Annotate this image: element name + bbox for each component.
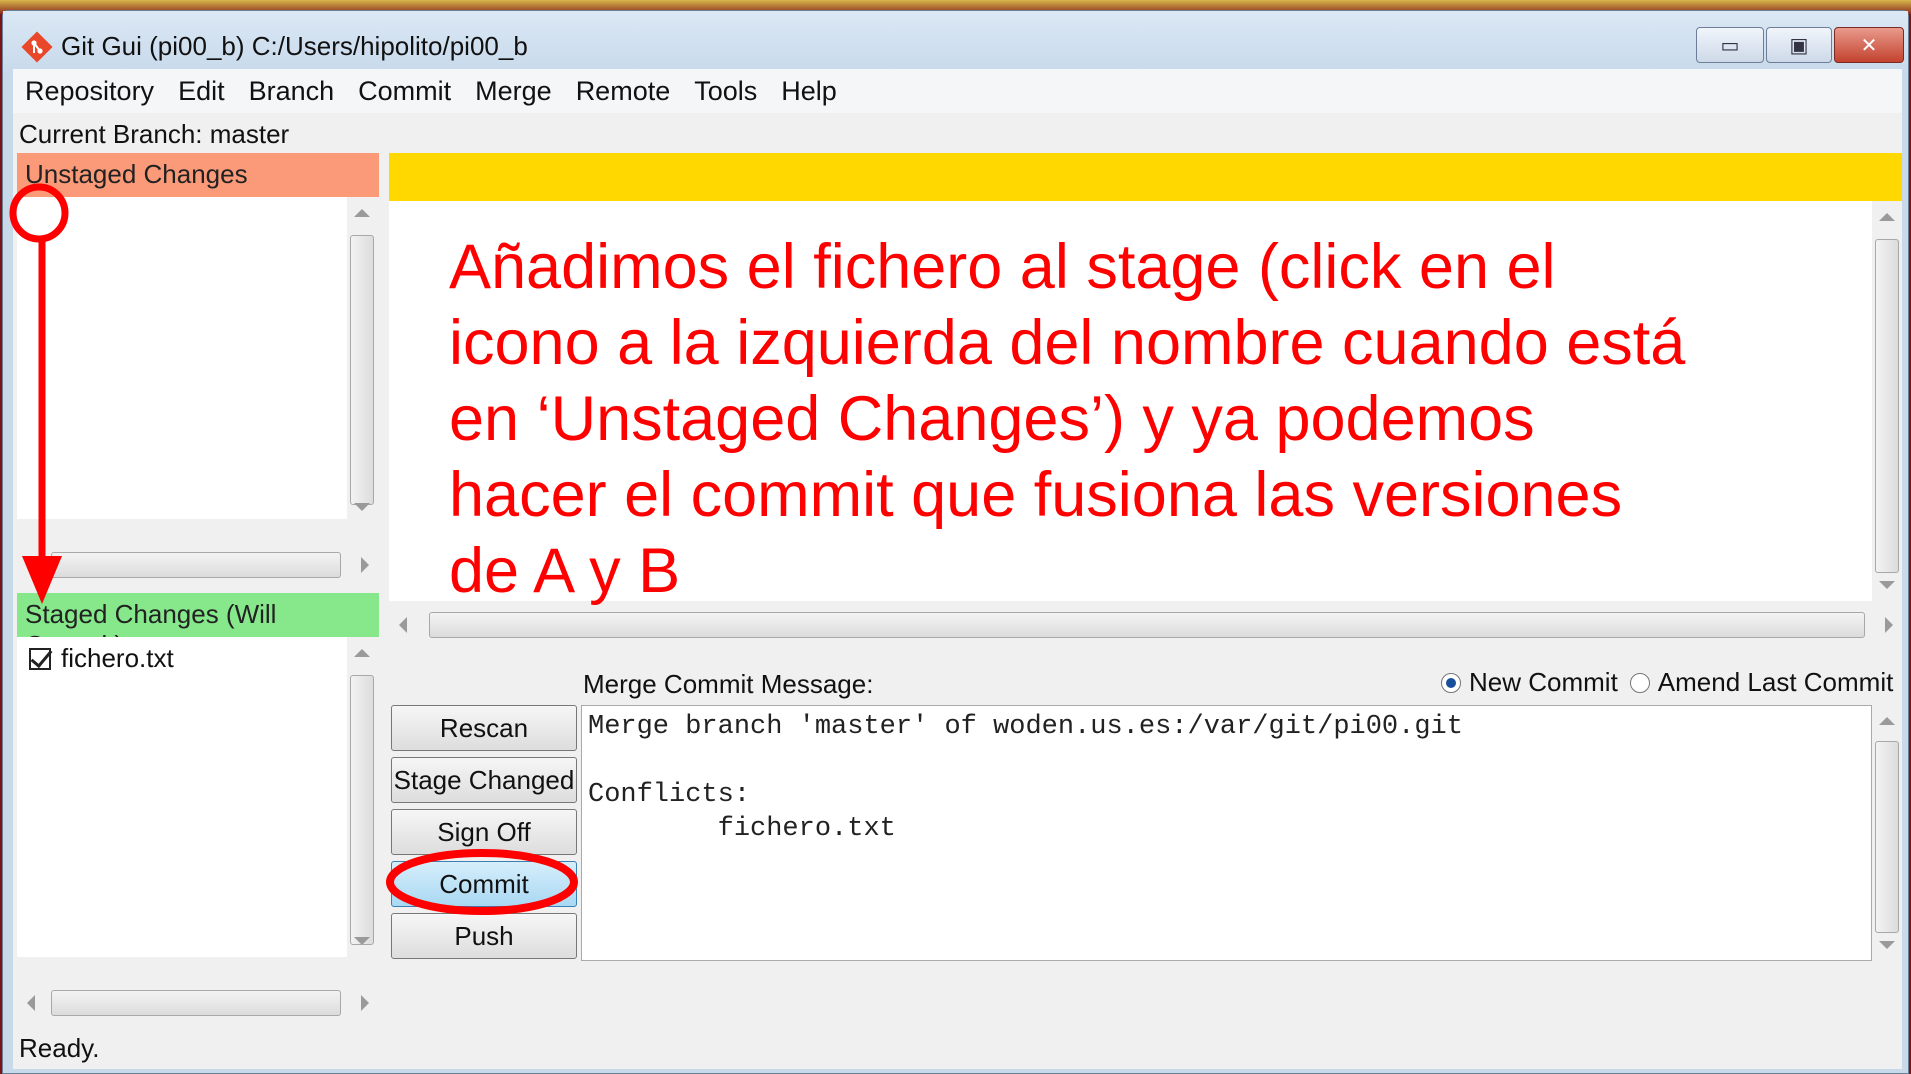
scroll-right-icon[interactable] bbox=[361, 557, 369, 573]
minimize-icon: ▭ bbox=[1720, 34, 1740, 57]
message-vertical-scrollbar[interactable] bbox=[1872, 705, 1902, 961]
menu-merge[interactable]: Merge bbox=[463, 76, 564, 107]
git-gui-window: Git Gui (pi00_b) C:/Users/hipolito/pi00_… bbox=[2, 10, 1909, 1074]
amend-commit-radio[interactable] bbox=[1629, 672, 1650, 693]
scrollbar-thumb[interactable] bbox=[51, 552, 341, 578]
diff-vertical-scrollbar[interactable] bbox=[1872, 201, 1902, 601]
scrollbar-thumb[interactable] bbox=[429, 612, 1865, 638]
git-logo-icon bbox=[21, 31, 53, 63]
scroll-right-icon[interactable] bbox=[1885, 617, 1893, 633]
amend-commit-label: Amend Last Commit bbox=[1657, 667, 1894, 697]
maximize-icon: ▣ bbox=[1789, 34, 1809, 57]
list-item[interactable]: fichero.txt bbox=[29, 643, 174, 674]
scroll-left-icon[interactable] bbox=[27, 557, 35, 573]
checked-box-icon[interactable] bbox=[29, 647, 51, 670]
scroll-up-icon[interactable] bbox=[354, 209, 370, 217]
diff-header bbox=[389, 153, 1902, 201]
maximize-button[interactable]: ▣ bbox=[1766, 27, 1832, 63]
menu-repository[interactable]: Repository bbox=[13, 76, 166, 107]
menu-help[interactable]: Help bbox=[769, 76, 849, 107]
scrollbar-thumb[interactable] bbox=[350, 675, 374, 945]
scrollbar-thumb[interactable] bbox=[1875, 741, 1899, 933]
new-commit-label: New Commit bbox=[1469, 667, 1618, 697]
commit-message-label: Merge Commit Message: bbox=[583, 669, 874, 699]
commit-button[interactable]: Commit bbox=[391, 861, 577, 907]
menu-bar: Repository Edit Branch Commit Merge Remo… bbox=[13, 69, 1902, 113]
push-button[interactable]: Push bbox=[391, 913, 577, 959]
window-title: Git Gui (pi00_b) C:/Users/hipolito/pi00_… bbox=[61, 31, 528, 61]
minimize-button[interactable]: ▭ bbox=[1696, 27, 1764, 63]
client-area: Repository Edit Branch Commit Merge Remo… bbox=[13, 69, 1902, 1069]
staged-horizontal-scrollbar[interactable] bbox=[17, 987, 379, 1019]
unstaged-horizontal-scrollbar[interactable] bbox=[17, 549, 379, 581]
commit-mode-radio-group: New Commit Amend Last Commit bbox=[1441, 667, 1893, 698]
close-button[interactable]: ✕ bbox=[1834, 27, 1904, 63]
sign-off-button[interactable]: Sign Off bbox=[391, 809, 577, 855]
unstaged-vertical-scrollbar[interactable] bbox=[347, 197, 377, 519]
scroll-down-icon[interactable] bbox=[354, 503, 370, 511]
staged-vertical-scrollbar[interactable] bbox=[347, 637, 377, 957]
close-icon: ✕ bbox=[1860, 34, 1878, 57]
rescan-button[interactable]: Rescan bbox=[391, 705, 577, 751]
scrollbar-thumb[interactable] bbox=[350, 235, 374, 505]
unstaged-changes-header: Unstaged Changes bbox=[17, 153, 379, 197]
scroll-left-icon[interactable] bbox=[27, 995, 35, 1011]
scrollbar-thumb[interactable] bbox=[1875, 239, 1899, 573]
current-branch-label: Current Branch: master bbox=[19, 119, 290, 149]
menu-tools[interactable]: Tools bbox=[682, 76, 769, 107]
menu-edit[interactable]: Edit bbox=[166, 76, 237, 107]
scroll-left-icon[interactable] bbox=[399, 617, 407, 633]
annotation-text: Añadimos el fichero al stage (click en e… bbox=[449, 232, 1686, 606]
scroll-up-icon[interactable] bbox=[1879, 213, 1895, 221]
menu-commit[interactable]: Commit bbox=[346, 76, 463, 107]
scroll-down-icon[interactable] bbox=[1879, 581, 1895, 589]
file-name: fichero.txt bbox=[61, 643, 174, 673]
scroll-up-icon[interactable] bbox=[1879, 717, 1895, 725]
menu-branch[interactable]: Branch bbox=[237, 76, 347, 107]
staged-changes-header: Staged Changes (Will Commit) bbox=[17, 593, 379, 660]
menu-remote[interactable]: Remote bbox=[564, 76, 683, 107]
status-bar: Ready. bbox=[19, 1033, 100, 1063]
scrollbar-thumb[interactable] bbox=[51, 990, 341, 1016]
scroll-right-icon[interactable] bbox=[361, 995, 369, 1011]
stage-changed-button[interactable]: Stage Changed bbox=[391, 757, 577, 803]
scroll-down-icon[interactable] bbox=[1879, 941, 1895, 949]
new-commit-radio[interactable] bbox=[1441, 672, 1461, 693]
commit-message-field[interactable]: Merge branch 'master' of woden.us.es:/va… bbox=[581, 705, 1872, 961]
diff-horizontal-scrollbar[interactable] bbox=[389, 609, 1902, 641]
unstaged-file-list[interactable] bbox=[17, 197, 347, 519]
scroll-up-icon[interactable] bbox=[354, 649, 370, 657]
staged-file-list[interactable]: fichero.txt bbox=[17, 637, 347, 957]
scroll-down-icon[interactable] bbox=[354, 937, 370, 945]
